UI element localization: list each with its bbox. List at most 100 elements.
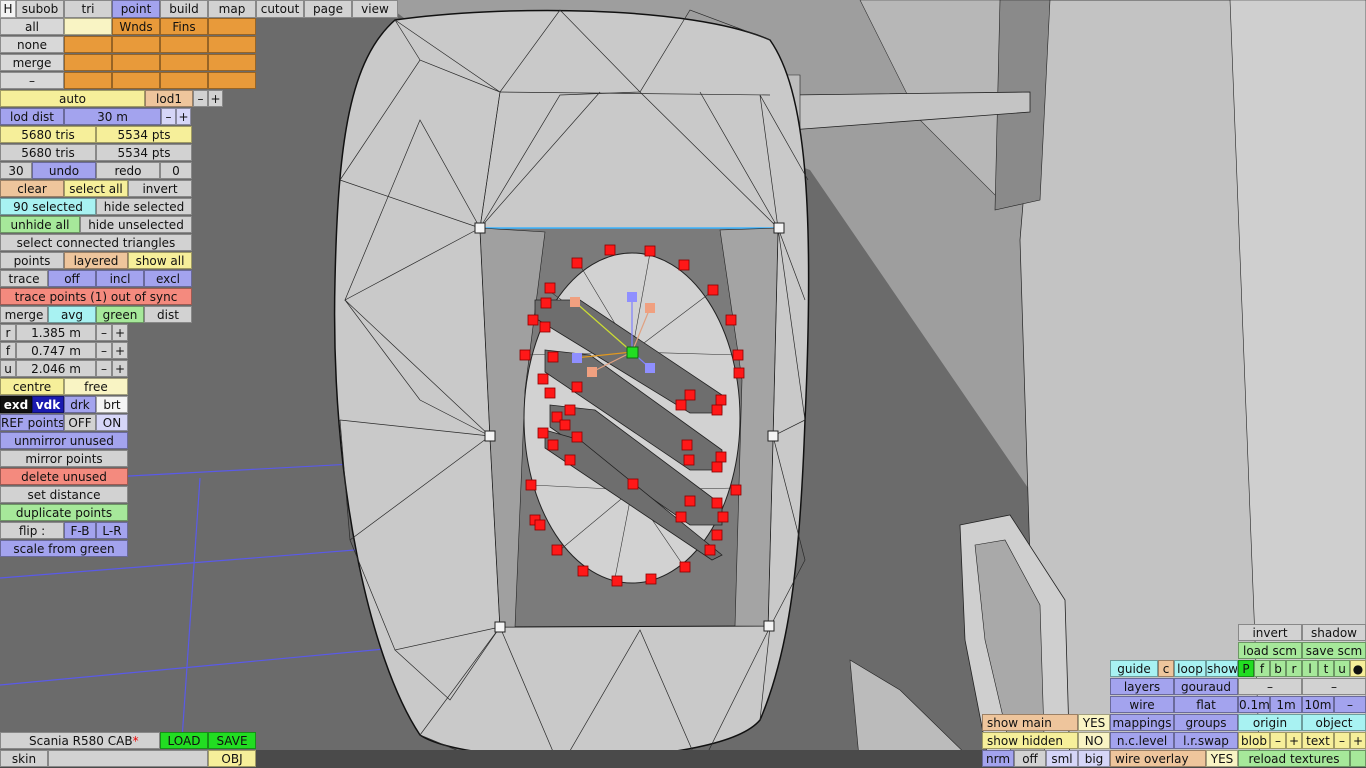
subob-cell[interactable]: [64, 72, 112, 89]
mirror-points-button[interactable]: mirror points: [0, 450, 128, 467]
subob-header-wnds[interactable]: Wnds: [112, 18, 160, 35]
subob-cell[interactable]: [64, 36, 112, 53]
obj-button[interactable]: OBJ: [208, 750, 256, 767]
shade-vdk-button[interactable]: vdk: [32, 396, 64, 413]
trace-incl-button[interactable]: incl: [96, 270, 144, 287]
unhide-all-button[interactable]: unhide all: [0, 216, 80, 233]
axis-b-button[interactable]: b: [1270, 660, 1286, 677]
select-all-button[interactable]: select all: [64, 180, 128, 197]
show-hidden-value[interactable]: NO: [1078, 732, 1110, 749]
mappings-button[interactable]: mappings: [1110, 714, 1174, 731]
wire-overlay-button[interactable]: wire overlay: [1110, 750, 1206, 767]
skin-field[interactable]: [48, 750, 208, 767]
subob-cell[interactable]: [160, 36, 208, 53]
points-button[interactable]: points: [0, 252, 64, 269]
axis-l-button[interactable]: l: [1302, 660, 1318, 677]
text-plus-button[interactable]: +: [1350, 732, 1366, 749]
layered-button[interactable]: layered: [64, 252, 128, 269]
subob-dash[interactable]: –: [0, 72, 64, 89]
coord-u-value[interactable]: 2.046 m: [16, 360, 96, 377]
tab-page[interactable]: page: [304, 0, 352, 18]
subob-cell[interactable]: [160, 54, 208, 71]
wire-button[interactable]: wire: [1110, 696, 1174, 713]
off-size-button[interactable]: off: [1014, 750, 1046, 767]
save-scm-button[interactable]: save scm: [1302, 642, 1366, 659]
clear-button[interactable]: clear: [0, 180, 64, 197]
model-view[interactable]: [0, 0, 1366, 768]
flat-button[interactable]: flat: [1174, 696, 1238, 713]
subob-header-fins[interactable]: Fins: [160, 18, 208, 35]
subob-cell[interactable]: [112, 72, 160, 89]
loop-button[interactable]: loop: [1174, 660, 1206, 677]
blob-minus-button[interactable]: –: [1270, 732, 1286, 749]
coord-f-plus[interactable]: +: [112, 342, 128, 359]
green-button[interactable]: green: [96, 306, 144, 323]
show-all-button[interactable]: show all: [128, 252, 192, 269]
lod-auto-button[interactable]: auto: [0, 90, 145, 107]
invert-view-button[interactable]: invert: [1238, 624, 1302, 641]
lr-swap-button[interactable]: l.r.swap: [1174, 732, 1238, 749]
object-button[interactable]: object: [1302, 714, 1366, 731]
trace-off-button[interactable]: off: [48, 270, 96, 287]
subob-cell[interactable]: [64, 54, 112, 71]
ref-points-off[interactable]: OFF: [64, 414, 96, 431]
duplicate-points-button[interactable]: duplicate points: [0, 504, 128, 521]
model-name[interactable]: Scania R580 CAB*: [0, 732, 160, 749]
flip-fb-button[interactable]: F-B: [64, 522, 96, 539]
show-guide-button[interactable]: show: [1206, 660, 1238, 677]
tab-point[interactable]: point: [112, 0, 160, 18]
grid-10m-button[interactable]: 10m: [1302, 696, 1334, 713]
tab-build[interactable]: build: [160, 0, 208, 18]
dash-button-1[interactable]: –: [1238, 678, 1302, 695]
show-hidden-button[interactable]: show hidden: [982, 732, 1078, 749]
set-distance-button[interactable]: set distance: [0, 486, 128, 503]
blob-button[interactable]: blob: [1238, 732, 1270, 749]
lod-dist-label[interactable]: lod dist: [0, 108, 64, 125]
sml-button[interactable]: sml: [1046, 750, 1078, 767]
grid-minus-button[interactable]: –: [1334, 696, 1366, 713]
coord-u-minus[interactable]: –: [96, 360, 112, 377]
big-button[interactable]: big: [1078, 750, 1110, 767]
tab-map[interactable]: map: [208, 0, 256, 18]
gouraud-button[interactable]: gouraud: [1174, 678, 1238, 695]
axis-u-button[interactable]: u: [1334, 660, 1350, 677]
free-button[interactable]: free: [64, 378, 128, 395]
lod-dist-minus[interactable]: –: [161, 108, 176, 125]
subob-cell[interactable]: [208, 36, 256, 53]
layers-button[interactable]: layers: [1110, 678, 1174, 695]
wire-overlay-value[interactable]: YES: [1206, 750, 1238, 767]
subob-none[interactable]: none: [0, 36, 64, 53]
lod-dist-value[interactable]: 30 m: [64, 108, 161, 125]
avg-button[interactable]: avg: [48, 306, 96, 323]
subob-all[interactable]: all: [0, 18, 64, 35]
c-button[interactable]: c: [1158, 660, 1174, 677]
lod-level-button[interactable]: lod1: [145, 90, 193, 107]
axis-r-button[interactable]: r: [1286, 660, 1302, 677]
nrm-button[interactable]: nrm: [982, 750, 1014, 767]
merge-button[interactable]: merge: [0, 306, 48, 323]
redo-button[interactable]: redo: [96, 162, 160, 179]
text-size-button[interactable]: text: [1302, 732, 1334, 749]
coord-f-minus[interactable]: –: [96, 342, 112, 359]
flip-lr-button[interactable]: L-R: [96, 522, 128, 539]
save-button[interactable]: SAVE: [208, 732, 256, 749]
reload-textures-extra[interactable]: [1350, 750, 1366, 767]
select-connected-button[interactable]: select connected triangles: [0, 234, 192, 251]
load-scm-button[interactable]: load scm: [1238, 642, 1302, 659]
coord-r-value[interactable]: 1.385 m: [16, 324, 96, 341]
lod-plus-button[interactable]: +: [208, 90, 223, 107]
axis-t-button[interactable]: t: [1318, 660, 1334, 677]
undo-button[interactable]: undo: [32, 162, 96, 179]
coord-r-minus[interactable]: –: [96, 324, 112, 341]
3d-viewport[interactable]: [0, 0, 1366, 768]
subob-cell[interactable]: [208, 54, 256, 71]
tab-tri[interactable]: tri: [64, 0, 112, 18]
reload-textures-button[interactable]: reload textures: [1238, 750, 1350, 767]
coord-r-plus[interactable]: +: [112, 324, 128, 341]
hide-unselected-button[interactable]: hide unselected: [80, 216, 192, 233]
h-button[interactable]: H: [0, 0, 16, 18]
ref-points-on[interactable]: ON: [96, 414, 128, 431]
origin-button[interactable]: origin: [1238, 714, 1302, 731]
coord-u-plus[interactable]: +: [112, 360, 128, 377]
grid-1m-button[interactable]: 1m: [1270, 696, 1302, 713]
